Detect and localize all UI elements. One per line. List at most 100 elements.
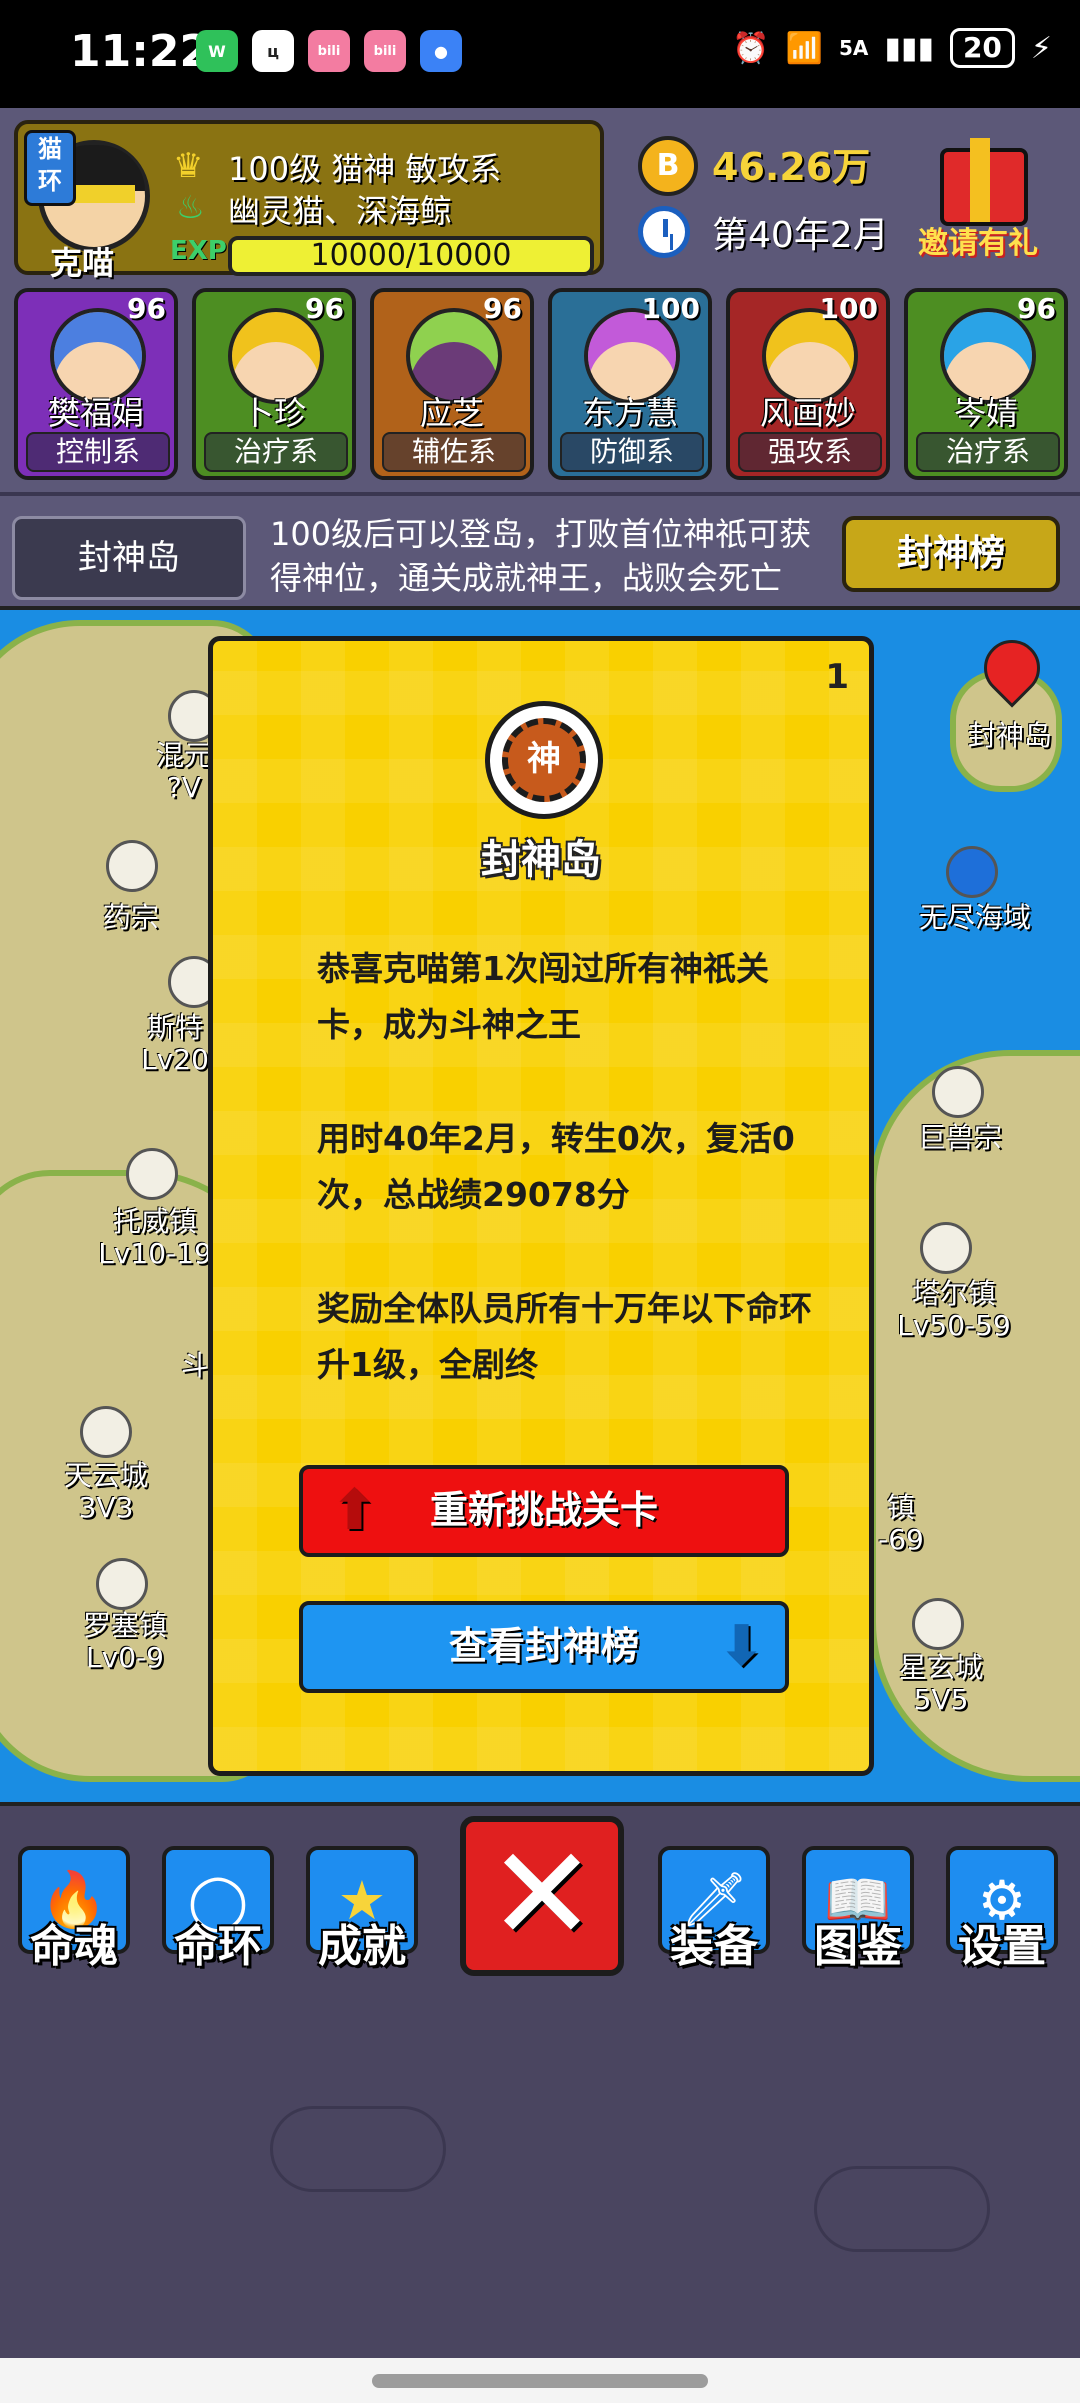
member-level: 96: [1017, 292, 1056, 325]
retry-button[interactable]: ⬆ 重新挑战关卡: [299, 1465, 789, 1557]
member-level: 100: [641, 292, 700, 325]
dialog-paragraph: 恭喜克喵第1次闯过所有神祇关卡，成为斗神之王: [317, 949, 769, 1044]
town-icon: [126, 1148, 178, 1200]
nav-label: 命环: [174, 1921, 262, 1972]
current-location: 封神岛: [12, 516, 246, 600]
team-card[interactable]: 96 岑婧 治疗系: [904, 288, 1068, 480]
team-card[interactable]: 96 樊福娟 控制系: [14, 288, 178, 480]
arrow-down-icon: ⬇: [718, 1614, 765, 1679]
player-rings: 幽灵猫、深海鲸: [228, 192, 453, 230]
member-name: 樊福娟: [47, 394, 144, 432]
cloud-decoration: [270, 2106, 446, 2192]
location-bar: 封神岛 100级后可以登岛，打败首位神祇可获得神位，通关成就神王，战败会死亡 封…: [0, 492, 1080, 610]
nav-label: 设置: [958, 1921, 1046, 1972]
team-row: 96 樊福娟 控制系 96 卜珍 治疗系 96 应芝 辅佐系 100 东方慧 防…: [0, 288, 1080, 492]
map-place-endless-sea[interactable]: 无尽海域: [900, 902, 1050, 934]
wifi-icon: 📶: [785, 30, 824, 66]
team-card[interactable]: 96 卜珍 治疗系: [192, 288, 356, 480]
nav-label: 命魂: [30, 1921, 118, 1972]
bottom-nav: 🔥 命魂 ◯ 命环 ★ 成就 ✕ 🗡 装备 📖 图鉴 ⚙ 设置: [0, 1802, 1080, 2358]
player-title: 100级 猫神 敏攻系: [228, 150, 502, 188]
member-level: 100: [819, 292, 878, 325]
nav-ring-button[interactable]: ◯ 命环: [162, 1846, 274, 1978]
sect-icon: [932, 1066, 984, 1118]
member-name: 岑婧: [953, 394, 1018, 432]
arrow-up-icon: ⬆: [331, 1478, 378, 1543]
coin-icon: B: [638, 136, 698, 196]
nav-equipment-button[interactable]: 🗡 装备: [658, 1846, 770, 1978]
dialog-page-number: 1: [825, 657, 849, 697]
dialog-paragraph: 用时40年2月，转生0次，复活0次，总战绩29078分: [317, 1119, 795, 1214]
map-place-zhen[interactable]: 镇 -69: [876, 1492, 926, 1556]
member-role: 治疗系: [916, 432, 1060, 472]
nav-achievement-button[interactable]: ★ 成就: [306, 1846, 418, 1978]
bilibili-icon: bili: [364, 30, 406, 72]
map-place-jushou[interactable]: 巨兽宗: [900, 1122, 1020, 1154]
map-place-tuowei[interactable]: 托威镇 Lv10-19: [90, 1206, 220, 1270]
crown-icon: ♛: [173, 146, 204, 186]
nav-soul-button[interactable]: 🔥 命魂: [18, 1846, 130, 1978]
system-icons: ⏰ 📶 5A ▮▮▮ 20 ⚡: [732, 28, 1052, 68]
member-name: 卜珍: [241, 394, 306, 432]
town-icon: [96, 1558, 148, 1610]
map-place-fengshen[interactable]: 封神岛: [950, 720, 1070, 752]
sect-icon: [106, 840, 158, 892]
map-place-taer[interactable]: 塔尔镇 Lv50-59: [884, 1278, 1024, 1342]
retry-label: 重新挑战关卡: [429, 1488, 658, 1532]
member-role: 治疗系: [204, 432, 348, 472]
player-name: 克喵: [50, 244, 115, 282]
member-role: 控制系: [26, 432, 170, 472]
nav-label: 图鉴: [814, 1921, 902, 1972]
game-date: 第40年2月: [712, 215, 889, 256]
status-bar: 11:22 W ц bili bili ● ⏰ 📶 5A ▮▮▮ 20 ⚡: [0, 0, 1080, 108]
status-time: 11:22: [70, 26, 211, 77]
nav-settings-button[interactable]: ⚙ 设置: [946, 1846, 1058, 1978]
clock-icon: [638, 206, 690, 258]
castle-icon: [912, 1598, 964, 1650]
money-amount: 46.26万: [712, 145, 871, 189]
ranking-button[interactable]: 封神榜: [842, 516, 1060, 592]
team-card[interactable]: 96 应芝 辅佐系: [370, 288, 534, 480]
map-place-luosai[interactable]: 罗塞镇 Lv0-9: [70, 1610, 180, 1674]
view-ranking-button[interactable]: 查看封神榜 ⬇: [299, 1601, 789, 1693]
castle-icon: [80, 1406, 132, 1458]
invite-gift-button[interactable]: 邀请有礼: [918, 218, 1038, 262]
home-indicator[interactable]: [372, 2374, 708, 2388]
cloud-decoration: [814, 2166, 990, 2252]
dialog-title: 封神岛: [481, 837, 601, 883]
signal-icon: ▮▮▮: [884, 30, 934, 66]
nav-label: 成就: [318, 1921, 406, 1972]
map-place-yaozong[interactable]: 药宗: [86, 902, 176, 934]
victory-dialog: 1 神 封神岛 恭喜克喵第1次闯过所有神祇关卡，成为斗神之王 用时40年2月，转…: [208, 636, 874, 1776]
team-card[interactable]: 100 东方慧 防御系: [548, 288, 712, 480]
member-role: 辅佐系: [382, 432, 526, 472]
god-emblem-icon: 神: [485, 701, 603, 819]
exp-bar: 10000/10000: [228, 236, 594, 276]
close-button[interactable]: ✕: [460, 1816, 624, 1976]
charging-icon: ⚡: [1030, 30, 1052, 66]
flame-icon: ♨: [176, 188, 205, 226]
member-level: 96: [305, 292, 344, 325]
map-place-tianyun[interactable]: 天云城 3V3: [56, 1460, 156, 1524]
nav-codex-button[interactable]: 📖 图鉴: [802, 1846, 914, 1978]
message-icon: ●: [420, 30, 462, 72]
member-name: 风画妙: [759, 394, 856, 432]
app-icon: ц: [252, 30, 294, 72]
battery-indicator: 20: [949, 28, 1015, 68]
dialog-paragraph: 奖励全体队员所有十万年以下命环升1级，全剧终: [317, 1289, 812, 1384]
network-label: 5A: [839, 36, 869, 60]
town-icon: [920, 1222, 972, 1274]
view-ranking-label: 查看封神榜: [448, 1624, 639, 1668]
exp-label: EXP: [170, 236, 227, 266]
gift-ribbon: [970, 138, 990, 222]
member-name: 东方慧: [581, 394, 678, 432]
player-profile[interactable]: 猫环 克喵 ♛ 100级 猫神 敏攻系 ♨ 幽灵猫、深海鲸 EXP 10000/…: [14, 120, 604, 282]
team-card[interactable]: 100 风画妙 强攻系: [726, 288, 890, 480]
map-place-site[interactable]: 斯特 Lv20: [140, 1012, 210, 1076]
nav-label: 装备: [670, 1921, 758, 1972]
member-level: 96: [483, 292, 522, 325]
wechat-icon: W: [196, 30, 238, 72]
map-place-dou[interactable]: 斗: [180, 1350, 210, 1382]
member-role: 防御系: [560, 432, 704, 472]
map-place-xingxuan[interactable]: 星玄城 5V5: [886, 1652, 996, 1716]
